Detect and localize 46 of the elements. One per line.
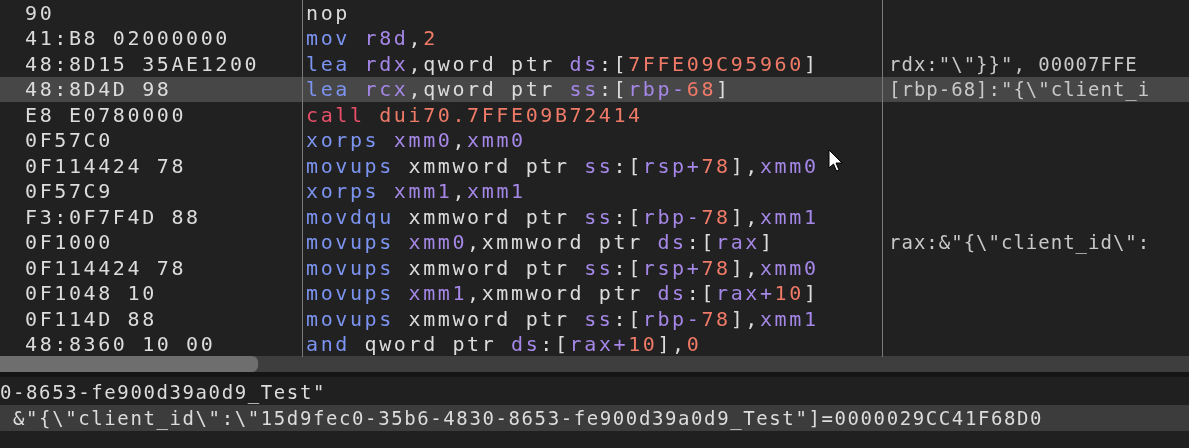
instruction-text: lea rdx,qword ptr ds:[7FFE09C95960]: [306, 51, 819, 76]
instruction-text: call dui70.7FFE09B72414: [306, 102, 643, 127]
pointer-cursor-icon: [828, 149, 844, 173]
instruction-bytes: 41:B8 02000000: [25, 26, 230, 51]
instruction-text: xorps xmm1,xmm1: [306, 179, 526, 204]
disassembly-row[interactable]: 0F114424 78 movups xmmword ptr ss:[rsp+78],xmm0: [0, 255, 1189, 281]
instruction-bytes: 0F57C0: [25, 128, 113, 153]
instruction-text: and qword ptr ds:[rax+10],0: [306, 332, 702, 357]
instruction-bytes: 0F1048 10: [25, 281, 157, 306]
instruction-bytes: 0F114D 88: [25, 306, 157, 331]
disassembly-row[interactable]: 0F114D 88 movups xmmword ptr ss:[rbp-78],xmm1: [0, 306, 1189, 332]
instruction-text: movups xmmword ptr ss:[rsp+78],xmm0: [306, 153, 819, 178]
instruction-bytes: 48:8D15 35AE1200: [25, 51, 260, 76]
disassembly-row[interactable]: 48:8D4D 98 lea rcx,qword ptr ss:[rbp-68] [rbp-68]:"{\"client_i: [0, 76, 1189, 102]
comment-text: rax:&"{\"client_id\":: [889, 231, 1151, 254]
disassembly-row[interactable]: F3:0F7F4D 88 movdqu xmmword ptr ss:[rbp-78],xmm1: [0, 204, 1189, 230]
instruction-text: nop: [306, 0, 350, 25]
disassembly-row[interactable]: 48:8D15 35AE1200 lea rdx,qword ptr ds:[7FFE09C95960] rdx:"\"}}", 00007FFE: [0, 51, 1189, 77]
instruction-bytes: 0F114424 78: [25, 153, 187, 178]
disassembly-row[interactable]: 0F1048 10 movups xmm1,xmmword ptr ds:[rax+10]: [0, 280, 1189, 306]
instruction-bytes: E8 E0780000: [25, 102, 187, 127]
instruction-text: mov r8d,2: [306, 26, 438, 51]
info-line[interactable]: 0-8653-fe900d39a0d9_Test": [0, 379, 326, 405]
instruction-text: movups xmmword ptr ss:[rbp-78],xmm1: [306, 306, 819, 331]
instruction-bytes: 90: [25, 0, 55, 25]
comment-text: [rbp-68]:"{\"client_i: [889, 78, 1151, 101]
disassembly-row[interactable]: 90 nop: [0, 0, 1189, 26]
disassembly-row[interactable]: 41:B8 02000000 mov r8d,2: [0, 25, 1189, 51]
instruction-bytes: 48:8360 10 00: [25, 332, 216, 357]
instruction-text: movups xmm1,xmmword ptr ds:[rax+10]: [306, 281, 819, 306]
disassembly-row[interactable]: E8 E0780000 call dui70.7FFE09B72414: [0, 102, 1189, 128]
instruction-bytes: 0F57C9: [25, 179, 113, 204]
disassembly-row[interactable]: 0F1000 movups xmm0,xmmword ptr ds:[rax] rax:&"{\"client_id\":: [0, 229, 1189, 255]
instruction-text: movups xmmword ptr ss:[rsp+78],xmm0: [306, 255, 819, 280]
horizontal-scrollbar[interactable]: [0, 356, 1189, 372]
disassembly-row[interactable]: 0F57C9 xorps xmm1,xmm1: [0, 178, 1189, 204]
scrollbar-thumb[interactable]: [0, 356, 258, 372]
instruction-bytes: 48:8D4D 98: [25, 77, 172, 102]
comment-text: rdx:"\"}}", 00007FFE: [889, 52, 1138, 75]
instruction-bytes: 0F1000: [25, 230, 113, 255]
instruction-text: movdqu xmmword ptr ss:[rbp-78],xmm1: [306, 204, 819, 229]
instruction-text: lea rcx,qword ptr ss:[rbp-68]: [306, 77, 731, 102]
instruction-text: xorps xmm0,xmm0: [306, 128, 526, 153]
instruction-bytes: F3:0F7F4D 88: [25, 204, 201, 229]
instruction-bytes: 0F114424 78: [25, 255, 187, 280]
instruction-text: movups xmm0,xmmword ptr ds:[rax]: [306, 230, 775, 255]
